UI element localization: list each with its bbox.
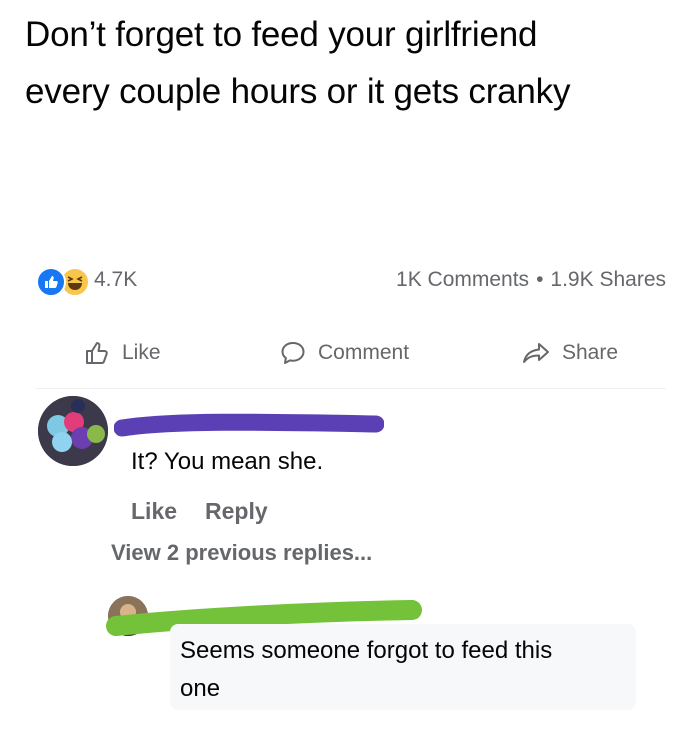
- comment-like-link[interactable]: Like: [131, 498, 177, 524]
- post-text-line-2: every couple hours or it gets cranky: [25, 72, 571, 111]
- stats-separator: •: [536, 268, 544, 291]
- comment-reply-link[interactable]: Reply: [205, 498, 268, 524]
- comment-actions: Like Reply: [131, 498, 296, 525]
- post-stats: 4.7K 1K Comments • 1.9K Shares: [36, 264, 666, 298]
- like-button-label: Like: [122, 341, 161, 364]
- divider: [36, 388, 666, 389]
- post-text: Don’t forget to feed your girlfriend eve…: [25, 6, 685, 120]
- reply-text-line-1: Seems someone forgot to feed this: [180, 637, 553, 664]
- comment-text: It? You mean she.: [131, 448, 324, 475]
- avatar-icon[interactable]: [38, 396, 108, 466]
- comment-button[interactable]: Comment: [278, 330, 409, 376]
- share-button[interactable]: Share: [520, 330, 618, 376]
- stats-right: 1K Comments • 1.9K Shares: [396, 268, 666, 292]
- post-text-line-1: Don’t forget to feed your girlfriend: [25, 15, 538, 54]
- share-button-label: Share: [562, 341, 619, 364]
- thumbs-up-icon: [82, 338, 112, 368]
- reaction-count[interactable]: 4.7K: [94, 268, 137, 292]
- like-button[interactable]: Like: [82, 330, 161, 376]
- comment-icon: [278, 338, 308, 368]
- view-previous-replies[interactable]: View 2 previous replies...: [111, 540, 372, 566]
- comment-button-label: Comment: [318, 341, 410, 364]
- share-arrow-icon: [520, 338, 552, 368]
- post-actions: Like Comment Share: [0, 330, 700, 376]
- comments-count[interactable]: 1K Comments: [396, 268, 529, 291]
- shares-count[interactable]: 1.9K Shares: [550, 268, 666, 291]
- reply-text: Seems someone forgot to feed this one: [180, 632, 630, 708]
- reply-text-line-2: one: [180, 675, 221, 702]
- reaction-icons[interactable]: [36, 267, 92, 297]
- name-redaction: [114, 413, 384, 437]
- like-icon: [36, 267, 66, 297]
